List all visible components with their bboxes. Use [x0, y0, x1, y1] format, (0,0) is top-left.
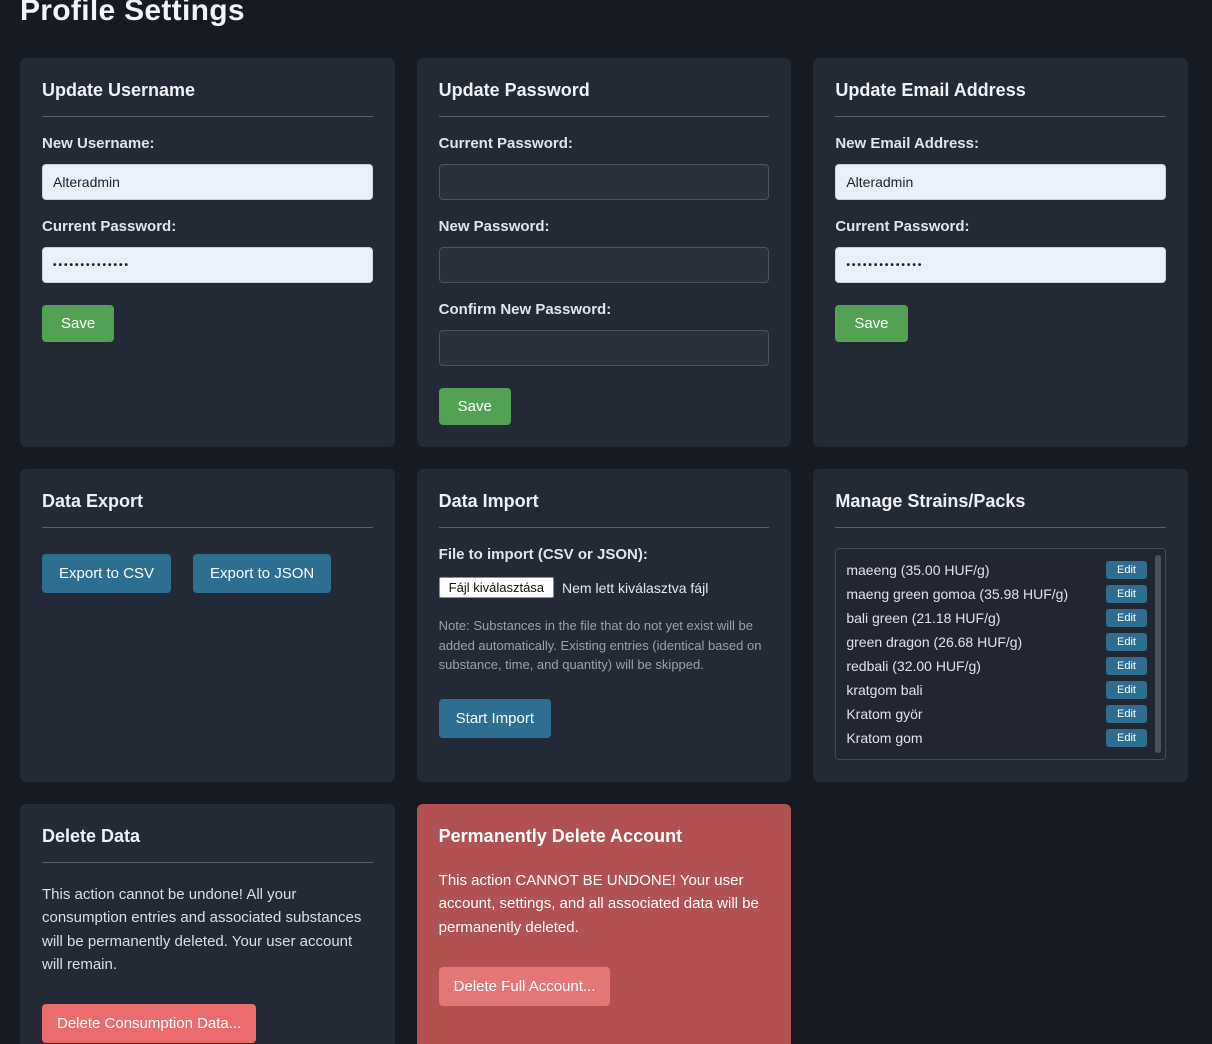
new-password-label: New Password: [439, 218, 770, 235]
edit-strain-button[interactable]: Edit [1106, 729, 1147, 747]
delete-data-card: Delete Data This action cannot be undone… [20, 804, 395, 1044]
edit-strain-button[interactable]: Edit [1106, 561, 1147, 579]
save-email-button[interactable]: Save [835, 305, 907, 342]
strain-row: green dragon (26.68 HUF/g) Edit [846, 630, 1147, 654]
import-note: Note: Substances in the file that do not… [439, 616, 769, 675]
data-export-card: Data Export Export to CSV Export to JSON [20, 469, 395, 782]
update-username-title: Update Username [42, 80, 373, 117]
edit-strain-button[interactable]: Edit [1106, 681, 1147, 699]
strain-row: bali green (21.18 HUF/g) Edit [846, 606, 1147, 630]
strain-name: Kratom györ [846, 706, 922, 722]
strain-name: maeeng (35.00 HUF/g) [846, 562, 989, 578]
strain-list-scrollbar[interactable] [1155, 555, 1161, 753]
data-import-card: Data Import File to import (CSV or JSON)… [417, 469, 792, 782]
delete-account-text: This action CANNOT BE UNDONE! Your user … [439, 869, 770, 939]
strain-row: maeeng (35.00 HUF/g) Edit [846, 558, 1147, 582]
edit-strain-button[interactable]: Edit [1106, 609, 1147, 627]
username-current-password-label: Current Password: [42, 218, 373, 235]
password-actions: Save [439, 366, 770, 425]
strain-name: maeng green gomoa (35.98 HUF/g) [846, 586, 1068, 602]
update-password-title: Update Password [439, 80, 770, 117]
update-email-title: Update Email Address [835, 80, 1166, 117]
current-password-label: Current Password: [439, 135, 770, 152]
cards-grid: Update Username New Username: Current Pa… [20, 58, 1188, 1044]
delete-consumption-data-button[interactable]: Delete Consumption Data... [42, 1004, 256, 1043]
username-actions: Save [42, 283, 373, 342]
delete-data-title: Delete Data [42, 826, 373, 863]
save-password-button[interactable]: Save [439, 388, 511, 425]
strain-row: Kratom gom Edit [846, 726, 1147, 750]
export-csv-button[interactable]: Export to CSV [42, 554, 171, 593]
page-title: Profile Settings [20, 0, 1188, 28]
edit-strain-button[interactable]: Edit [1106, 705, 1147, 723]
delete-full-account-button[interactable]: Delete Full Account... [439, 967, 611, 1006]
delete-account-title: Permanently Delete Account [439, 826, 770, 847]
new-email-label: New Email Address: [835, 135, 1166, 152]
new-email-input[interactable] [835, 164, 1166, 200]
export-buttons-row: Export to CSV Export to JSON [42, 554, 373, 593]
file-choose-button[interactable]: Fájl kiválasztása [439, 577, 554, 598]
strain-name: kratgom bali [846, 682, 922, 698]
delete-data-text: This action cannot be undone! All your c… [42, 883, 373, 976]
strain-name: green dragon (26.68 HUF/g) [846, 634, 1022, 650]
update-username-card: Update Username New Username: Current Pa… [20, 58, 395, 447]
edit-strain-button[interactable]: Edit [1106, 633, 1147, 651]
current-password-input[interactable] [439, 164, 770, 200]
strain-name: Kratom gom [846, 730, 922, 746]
export-json-button[interactable]: Export to JSON [193, 554, 331, 593]
update-email-card: Update Email Address New Email Address: … [813, 58, 1188, 447]
email-actions: Save [835, 283, 1166, 342]
start-import-button[interactable]: Start Import [439, 699, 551, 738]
new-password-input[interactable] [439, 247, 770, 283]
empty-grid-cell [813, 804, 1188, 1044]
manage-strains-card: Manage Strains/Packs maeeng (35.00 HUF/g… [813, 469, 1188, 782]
new-username-label: New Username: [42, 135, 373, 152]
file-import-label: File to import (CSV or JSON): [439, 546, 770, 563]
save-username-button[interactable]: Save [42, 305, 114, 342]
strain-row: maeng green gomoa (35.98 HUF/g) Edit [846, 582, 1147, 606]
edit-strain-button[interactable]: Edit [1106, 585, 1147, 603]
confirm-new-password-input[interactable] [439, 330, 770, 366]
strain-list: maeeng (35.00 HUF/g) Edit maeng green go… [835, 548, 1166, 760]
confirm-new-password-label: Confirm New Password: [439, 301, 770, 318]
strain-row: redbali (32.00 HUF/g) Edit [846, 654, 1147, 678]
manage-strains-title: Manage Strains/Packs [835, 491, 1166, 528]
file-input[interactable]: Fájl kiválasztása Nem lett kiválasztva f… [439, 577, 770, 598]
file-status-text: Nem lett kiválasztva fájl [562, 580, 708, 596]
delete-account-card: Permanently Delete Account This action C… [417, 804, 792, 1044]
new-username-input[interactable] [42, 164, 373, 200]
strain-name: bali green (21.18 HUF/g) [846, 610, 1000, 626]
strain-name: redbali (32.00 HUF/g) [846, 658, 981, 674]
data-export-title: Data Export [42, 491, 373, 528]
username-current-password-input[interactable] [42, 247, 373, 283]
strain-row: Kratom györ Edit [846, 702, 1147, 726]
email-current-password-label: Current Password: [835, 218, 1166, 235]
email-current-password-input[interactable] [835, 247, 1166, 283]
strain-row: kratgom bali Edit [846, 678, 1147, 702]
profile-settings-page: Profile Settings Update Username New Use… [0, 0, 1212, 1044]
update-password-card: Update Password Current Password: New Pa… [417, 58, 792, 447]
edit-strain-button[interactable]: Edit [1106, 657, 1147, 675]
data-import-title: Data Import [439, 491, 770, 528]
